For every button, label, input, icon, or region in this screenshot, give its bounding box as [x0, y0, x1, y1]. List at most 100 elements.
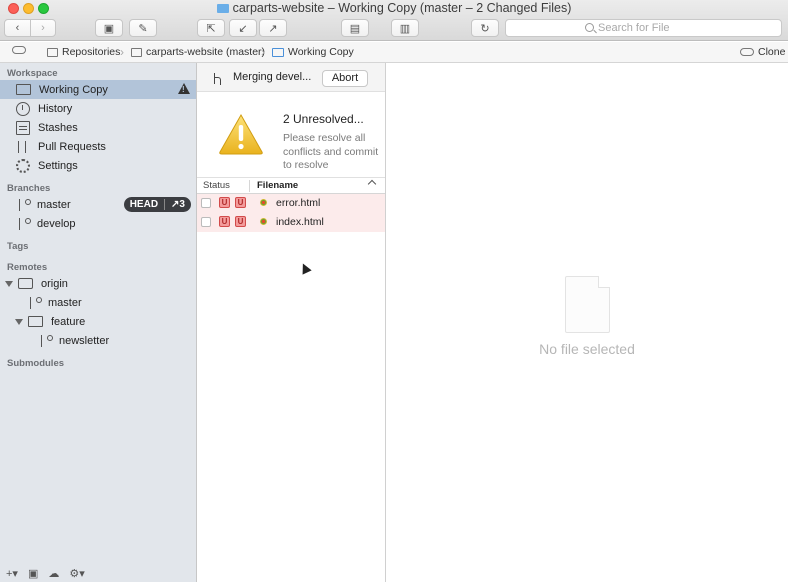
cloud-icon[interactable]: ☁ — [48, 567, 59, 580]
file-name: index.html — [276, 216, 324, 228]
column-divider[interactable] — [249, 180, 250, 192]
conflict-title: 2 Unresolved... — [283, 112, 364, 126]
breadcrumb-repositories[interactable]: Repositories — [47, 46, 120, 58]
section-header-tags: Tags — [7, 241, 29, 252]
sidebar-item-branch-develop[interactable]: develop — [0, 214, 196, 233]
sidebar-item-origin-master[interactable]: master — [0, 293, 196, 312]
breadcrumb-working-copy[interactable]: Working Copy — [272, 46, 354, 58]
folder-icon — [272, 47, 284, 57]
file-detail-pane: No file selected — [386, 63, 788, 582]
table-row[interactable]: U U error.html — [197, 194, 385, 213]
merge-icon — [214, 73, 222, 85]
gear-icon[interactable]: ⚙▾ — [69, 567, 84, 580]
fetch-button[interactable]: ⇱ — [197, 19, 225, 37]
sort-ascending-icon[interactable] — [367, 179, 377, 189]
sidebar-item-history[interactable]: History — [0, 99, 196, 118]
section-header-workspace: Workspace — [7, 68, 58, 79]
file-list-header: Status Filename — [197, 177, 385, 194]
back-button[interactable]: ‹ — [5, 20, 30, 36]
pop-stash-button[interactable]: ▥ — [391, 19, 419, 37]
branch-icon — [39, 334, 53, 348]
unmerged-status-badge: U — [219, 216, 230, 227]
warning-icon — [218, 113, 264, 155]
file-name: error.html — [276, 197, 321, 209]
branch-icon — [17, 198, 31, 212]
cloud-download-icon — [740, 48, 754, 56]
sidebar-item-newsletter[interactable]: newsletter — [0, 331, 196, 350]
search-placeholder: Search for File — [598, 22, 670, 34]
html-file-icon — [260, 199, 267, 206]
sidebar-item-label: master — [37, 198, 71, 211]
abort-merge-button[interactable]: Abort — [322, 70, 368, 87]
stage-checkbox[interactable] — [201, 217, 211, 227]
sidebar-item-remote-origin[interactable]: origin — [0, 274, 196, 293]
sidebar-item-label: Settings — [38, 159, 78, 172]
sidebar-item-branch-master[interactable]: master HEAD ↗3 — [0, 195, 196, 214]
branch-icon — [28, 296, 42, 310]
sidebar-item-label: History — [38, 102, 73, 115]
pull-request-icon — [16, 140, 30, 154]
cloud-icon — [12, 46, 26, 54]
push-button[interactable]: ↗ — [259, 19, 287, 37]
disclosure-triangle-icon[interactable] — [15, 318, 23, 325]
sidebar-bottom-bar: +▾ ▣ ☁ ⚙▾ — [0, 564, 196, 582]
breadcrumb-repository[interactable]: carparts-website (master) — [131, 46, 265, 58]
repository-icon — [131, 47, 142, 57]
sidebar-item-label: Pull Requests — [38, 140, 106, 153]
refresh-icon: ↻ — [480, 22, 490, 35]
branch-icon — [17, 217, 31, 231]
clone-label: Clone — [758, 46, 786, 58]
folder-icon — [16, 84, 31, 95]
search-icon — [585, 23, 594, 32]
pull-button[interactable]: ↙ — [229, 19, 257, 37]
badge-divider — [164, 199, 166, 210]
forward-button[interactable]: › — [30, 20, 55, 36]
window-title-text: carparts-website – Working Copy (master … — [232, 1, 572, 15]
breadcrumb-label: Working Copy — [288, 46, 354, 58]
sidebar-item-stashes[interactable]: Stashes — [0, 118, 196, 137]
unmerged-status-badge: U — [219, 197, 230, 208]
pull-icon: ↙ — [238, 22, 248, 35]
back-forward-control[interactable]: ‹ › — [4, 19, 56, 37]
add-icon[interactable]: +▾ — [6, 567, 18, 580]
refresh-button[interactable]: ↻ — [471, 19, 499, 37]
commit-button[interactable]: ▣ — [95, 19, 123, 37]
sidebar-item-pull-requests[interactable]: Pull Requests — [0, 137, 196, 156]
window-title: carparts-website – Working Copy (master … — [0, 1, 788, 15]
mouse-cursor-icon — [298, 261, 312, 275]
sidebar-item-settings[interactable]: Settings — [0, 156, 196, 175]
sidebar-item-label: feature — [51, 315, 86, 328]
breadcrumb-label: Repositories — [62, 46, 121, 58]
fetch-icon: ⇱ — [206, 22, 216, 35]
sidebar-item-working-copy[interactable]: Working Copy — [0, 80, 196, 99]
table-row[interactable]: U U index.html — [197, 213, 385, 232]
ahead-count-label: ↗3 — [171, 199, 185, 210]
warning-icon — [178, 83, 190, 94]
unmerged-status-badge: U — [235, 216, 246, 227]
sidebar-item-label: Stashes — [38, 121, 78, 134]
column-header-filename[interactable]: Filename — [257, 180, 298, 191]
sidebar-item-feature-folder[interactable]: feature — [0, 312, 196, 331]
stash-pop-icon: ▥ — [399, 22, 411, 35]
empty-document-icon — [565, 276, 610, 333]
magic-wand-button[interactable]: ✎ — [129, 19, 157, 37]
clock-icon — [16, 101, 30, 116]
cloud-account-button[interactable] — [12, 46, 26, 54]
sidebar-item-label: master — [48, 296, 82, 309]
merge-status-bar: Merging devel... Abort — [197, 63, 385, 92]
title-bar: carparts-website – Working Copy (master … — [0, 0, 788, 41]
disclosure-triangle-icon[interactable] — [5, 280, 13, 287]
column-header-status[interactable]: Status — [203, 180, 230, 191]
section-header-branches: Branches — [7, 183, 51, 194]
sidebar-item-label: newsletter — [59, 334, 110, 347]
image-icon[interactable]: ▣ — [28, 567, 38, 580]
stash-button[interactable]: ▤ — [341, 19, 369, 37]
stage-checkbox[interactable] — [201, 198, 211, 208]
clone-button[interactable]: Clone — [740, 46, 785, 58]
stash-save-icon: ▤ — [349, 22, 361, 35]
no-file-selected-label: No file selected — [539, 341, 635, 357]
head-badge-label: HEAD — [129, 199, 159, 210]
section-header-submodules: Submodules — [7, 358, 65, 369]
search-input[interactable]: Search for File — [505, 19, 782, 37]
changes-pane: Merging devel... Abort 2 Unresolved... P… — [197, 63, 386, 582]
